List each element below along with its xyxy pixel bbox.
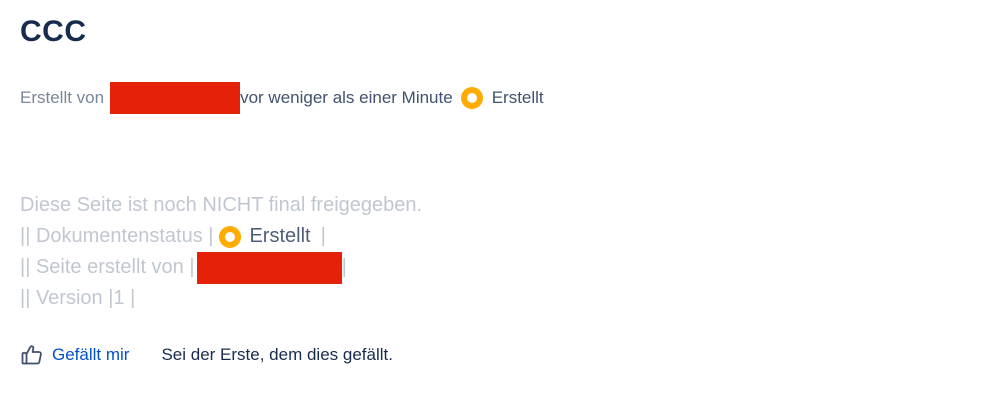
document-status-row: || Dokumentenstatus | Erstellt |: [20, 221, 422, 252]
created-time[interactable]: vor weniger als einer Minute: [240, 88, 453, 108]
page-content: Diese Seite ist noch NICHT final freigeg…: [20, 190, 422, 314]
like-button[interactable]: Gefällt mir: [20, 343, 129, 367]
document-status-label: || Dokumentenstatus |: [20, 225, 214, 247]
version-text: || Version |1 |: [20, 287, 136, 309]
created-by-row-label: || Seite erstellt von |: [20, 256, 195, 278]
redacted-author-name[interactable]: [110, 82, 241, 114]
document-status-value: Erstellt: [249, 225, 311, 247]
created-by-label: Erstellt von: [20, 88, 105, 107]
notice-line: Diese Seite ist noch NICHT final freigeg…: [20, 190, 422, 221]
notice-text: Diese Seite ist noch NICHT final freigeg…: [20, 194, 423, 216]
status-circle-icon: [460, 87, 483, 109]
redacted-creator-name: [196, 251, 342, 284]
page-byline: Erstellt von vor weniger als einer Minut…: [20, 82, 544, 114]
status-circle-icon: [219, 225, 242, 248]
like-button-label: Gefällt mir: [52, 345, 130, 364]
document-status-end: |: [320, 225, 326, 247]
created-by-row: || Seite erstellt von | |: [20, 251, 422, 284]
like-summary: Sei der Erste, dem dies gefällt.: [161, 345, 393, 364]
page-title: CCC: [20, 15, 87, 48]
thumbs-up-icon: [21, 345, 42, 365]
page-status-label: Erstellt: [491, 88, 544, 107]
reactions-bar: Gefällt mir Sei der Erste, dem dies gefä…: [20, 340, 393, 370]
created-by-row-end: |: [341, 256, 347, 278]
version-row: || Version |1 |: [20, 283, 422, 314]
